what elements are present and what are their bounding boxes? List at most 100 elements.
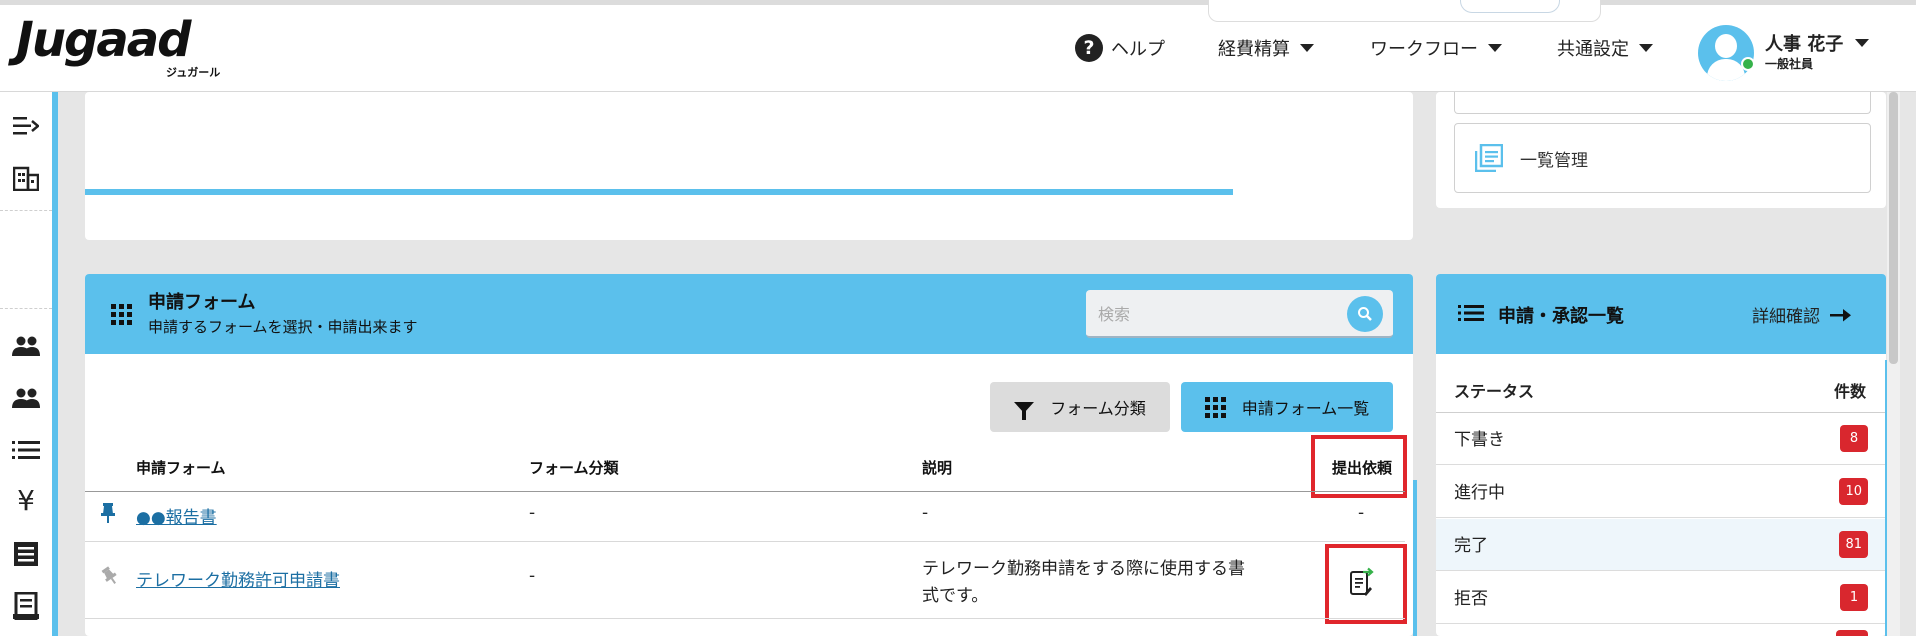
help-icon: ? — [1075, 34, 1103, 62]
status-row[interactable]: 進行中 10 — [1436, 466, 1886, 518]
grid-icon — [111, 304, 132, 325]
form-list-button[interactable]: 申請フォーム一覧 — [1181, 382, 1393, 432]
form-link[interactable]: テレワーク勤務許可申請書 — [136, 566, 340, 591]
overview-card — [85, 92, 1413, 240]
help-label: ヘルプ — [1111, 39, 1165, 60]
search-icon — [1358, 307, 1372, 321]
users-icon[interactable] — [10, 382, 42, 414]
search-input[interactable] — [1098, 302, 1338, 326]
avatar[interactable] — [1698, 25, 1754, 81]
status-label: 下書き — [1454, 430, 1505, 450]
detail-link-label: 詳細確認 — [1752, 307, 1820, 327]
grid-icon — [1204, 396, 1226, 418]
avatar-head — [1715, 34, 1737, 58]
chevron-down-icon — [1855, 39, 1870, 47]
popover-pill — [1460, 0, 1560, 13]
user-menu[interactable]: 人事 花子 — [1765, 30, 1870, 56]
forms-card-title: 申請フォーム — [148, 292, 256, 313]
chevron-down-icon — [1300, 44, 1314, 52]
form-category-button[interactable]: フォーム分類 — [990, 382, 1170, 432]
count-badge: 8 — [1840, 425, 1868, 452]
form-description: - — [922, 503, 929, 523]
users-icon[interactable] — [10, 330, 42, 362]
arrow-right-icon — [1830, 308, 1851, 321]
status-label: 完了 — [1454, 536, 1488, 556]
form-list-button-label: 申請フォーム一覧 — [1241, 399, 1370, 418]
top-header: Jugaad ジュガール ? ヘルプ 経費精算 ワークフロー 共通設定 人事 花… — [0, 0, 1916, 92]
sidebar-divider — [0, 210, 52, 211]
document-icon[interactable] — [10, 590, 42, 622]
yen-icon[interactable]: ¥ — [10, 484, 42, 517]
status-label: 進行中 — [1454, 483, 1505, 503]
progress-bar — [85, 189, 1233, 195]
receipt-icon[interactable] — [10, 538, 42, 570]
count-badge: 1 — [1840, 584, 1868, 611]
online-status-dot — [1741, 57, 1755, 71]
form-category-button-label: フォーム分類 — [1050, 399, 1146, 418]
nav-common-settings[interactable]: 共通設定 — [1557, 30, 1653, 66]
col-header-category[interactable]: フォーム分類 — [529, 457, 619, 478]
pin-icon[interactable] — [100, 502, 116, 529]
status-row[interactable]: 下書き 8 — [1436, 413, 1886, 465]
page-scrollbar-thumb[interactable] — [1889, 92, 1898, 364]
search-box — [1086, 290, 1393, 338]
menu-item-ichiran[interactable]: 一覧管理 — [1454, 123, 1871, 193]
popover-fragment — [1208, 0, 1601, 22]
nav-common-settings-label: 共通設定 — [1557, 39, 1629, 60]
nav-expense[interactable]: 経費精算 — [1218, 30, 1314, 66]
count-badge-fragment — [1836, 630, 1868, 636]
col-header-description[interactable]: 説明 — [922, 457, 952, 478]
forms-scrollbar[interactable] — [1413, 480, 1417, 636]
chevron-down-icon — [1639, 44, 1653, 52]
submit-request-icon[interactable] — [1349, 567, 1375, 597]
app-logo[interactable]: Jugaad ジュガール — [16, 12, 226, 82]
count-col-header: 件数 — [1834, 382, 1867, 401]
logo-subtext: ジュガール — [166, 66, 221, 79]
filter-icon — [1014, 401, 1035, 420]
form-description-line1: テレワーク勤務申請をする際に使用する書 — [922, 559, 1245, 579]
status-row[interactable]: 拒否 1 — [1436, 572, 1886, 624]
user-name: 人事 花子 — [1765, 34, 1844, 55]
status-card-header: 申請・承認一覧 詳細確認 — [1436, 274, 1886, 354]
table-row-divider — [85, 541, 1405, 542]
pin-outline-icon[interactable] — [100, 566, 120, 591]
col-header-form[interactable]: 申請フォーム — [136, 457, 226, 478]
user-role: 一般社員 — [1765, 57, 1814, 71]
highlight-box — [1311, 435, 1407, 498]
sidebar-accent-bar — [52, 92, 58, 636]
form-description-line2: 式です。 — [922, 586, 989, 606]
status-col-header: ステータス — [1454, 382, 1535, 401]
sidebar-divider — [0, 308, 52, 309]
form-request: - — [1358, 503, 1365, 523]
list-icon — [1458, 305, 1484, 321]
collapse-icon[interactable] — [10, 110, 42, 142]
status-row[interactable]: 完了 81 — [1436, 519, 1886, 571]
help-link[interactable]: ? ヘルプ — [1075, 30, 1165, 66]
page-scrollbar[interactable] — [1887, 92, 1900, 636]
header-top-line — [0, 0, 1916, 5]
logo-text: Jugaad — [16, 12, 192, 68]
count-badge: 81 — [1839, 531, 1868, 558]
form-link[interactable]: ●●報告書 — [136, 503, 217, 528]
table-header-divider — [85, 491, 1405, 492]
search-button[interactable] — [1347, 296, 1383, 332]
avatar-body — [1707, 59, 1745, 81]
building-icon[interactable] — [10, 162, 42, 194]
chevron-down-icon — [1488, 44, 1502, 52]
list-manage-icon — [1475, 144, 1503, 172]
nav-workflow-label: ワークフロー — [1370, 39, 1478, 60]
form-category: - — [529, 566, 536, 586]
table-row-divider — [85, 618, 1405, 619]
sidebar: ¥ — [0, 92, 52, 636]
menu-item-fragment[interactable] — [1454, 92, 1871, 114]
form-link-cut[interactable] — [136, 626, 256, 636]
detail-link[interactable]: 詳細確認 — [1752, 302, 1852, 327]
nav-workflow[interactable]: ワークフロー — [1370, 30, 1502, 66]
forms-card-subtitle: 申請するフォームを選択・申請出来ます — [148, 318, 418, 336]
nav-expense-label: 経費精算 — [1218, 39, 1290, 60]
ichiran-label: 一覧管理 — [1520, 151, 1588, 171]
list-icon[interactable] — [10, 434, 42, 466]
form-category: - — [529, 503, 536, 523]
count-badge: 10 — [1839, 478, 1868, 505]
status-card-title: 申請・承認一覧 — [1498, 306, 1624, 327]
